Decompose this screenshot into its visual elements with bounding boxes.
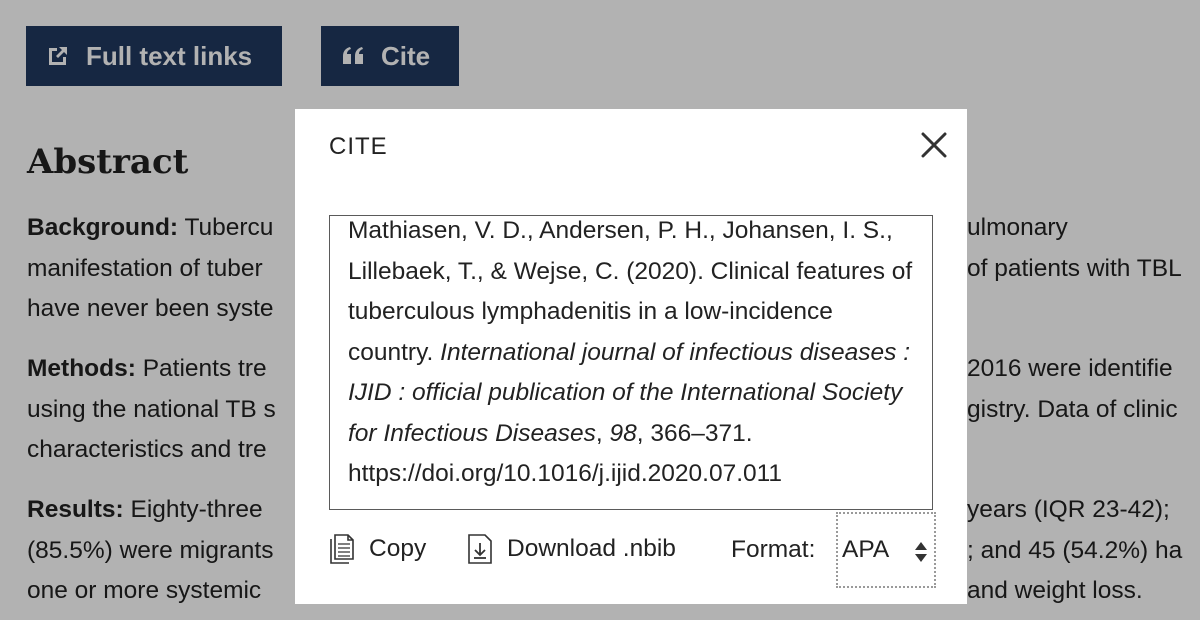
- copy-icon: [329, 534, 355, 564]
- download-nbib-button[interactable]: Download .nbib: [467, 534, 676, 564]
- cite-dialog: CITE Mathiasen, V. D., Andersen, P. H., …: [295, 109, 967, 604]
- citation-doi: https://doi.org/10.1016/j.ijid.2020.07.0…: [348, 460, 783, 487]
- citation-volume: 98: [609, 419, 637, 447]
- format-value: APA: [842, 536, 890, 563]
- copy-button[interactable]: Copy: [329, 534, 426, 564]
- citation-actions: Copy Download .nbib Format: APA: [329, 512, 941, 588]
- close-icon: [921, 132, 947, 158]
- citation-pages: 366–371.: [650, 419, 753, 447]
- download-icon: [467, 534, 493, 564]
- dialog-title: CITE: [329, 133, 388, 160]
- close-button[interactable]: [917, 128, 951, 162]
- format-select[interactable]: APA: [836, 512, 936, 588]
- copy-label: Copy: [369, 535, 427, 562]
- download-label: Download .nbib: [507, 535, 676, 562]
- select-arrows-icon: [915, 542, 927, 562]
- format-label: Format:: [731, 536, 816, 563]
- citation-text[interactable]: Mathiasen, V. D., Andersen, P. H., Johan…: [329, 215, 933, 510]
